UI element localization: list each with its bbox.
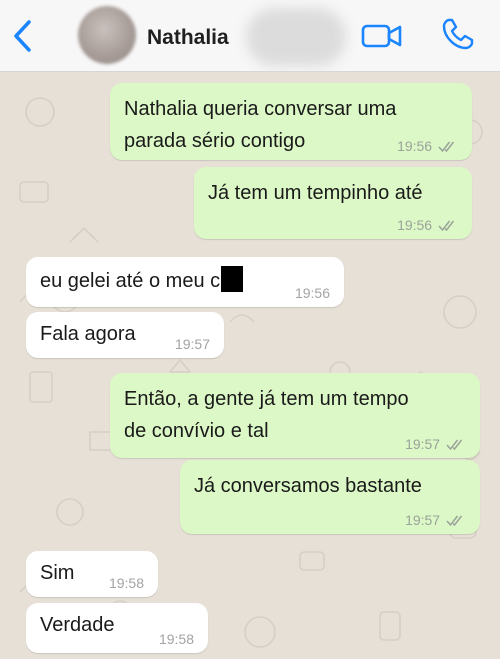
message-bubble[interactable]: Nathalia queria conversar uma parada sér… xyxy=(110,83,472,160)
message-text: Então, a gente já tem um tempo xyxy=(124,388,409,410)
message-text: eu gelei até o meu c xyxy=(40,265,330,297)
message-bubble[interactable]: eu gelei até o meu c 19:56 xyxy=(26,257,344,307)
avatar[interactable] xyxy=(78,6,136,64)
message-time: 19:57 xyxy=(405,436,466,452)
message-time: 19:56 xyxy=(294,285,330,301)
message-bubble[interactable]: Sim 19:58 xyxy=(26,551,158,597)
message-time: 19:58 xyxy=(108,575,144,591)
contact-name[interactable]: Nathalia xyxy=(147,26,229,50)
chat-area[interactable]: Nathalia queria conversar uma parada sér… xyxy=(0,72,500,659)
double-check-icon xyxy=(438,220,455,232)
message-bubble[interactable]: Então, a gente já tem um tempo de convív… xyxy=(110,373,480,458)
message-bubble[interactable]: Verdade 19:58 xyxy=(26,603,208,653)
message-time: 19:58 xyxy=(158,631,194,647)
double-check-icon xyxy=(446,439,463,451)
message-time: 19:56 xyxy=(397,217,458,233)
blurred-surname xyxy=(246,8,346,66)
message-text: Já tem um tempinho até xyxy=(208,182,423,204)
message-text: Nathalia queria conversar uma xyxy=(124,98,397,120)
message-time: 19:57 xyxy=(405,512,466,528)
chevron-left-icon[interactable] xyxy=(10,18,36,54)
message-time: 19:57 xyxy=(174,336,210,352)
video-camera-icon[interactable] xyxy=(361,22,403,50)
double-check-icon xyxy=(438,141,455,153)
message-bubble[interactable]: Já tem um tempinho até 19:56 xyxy=(194,167,472,239)
message-text: Já conversamos bastante xyxy=(194,475,422,497)
chat-header: Nathalia xyxy=(0,0,500,72)
message-time: 19:56 xyxy=(397,138,458,154)
double-check-icon xyxy=(446,515,463,527)
phone-icon[interactable] xyxy=(440,16,476,52)
message-bubble[interactable]: Fala agora 19:57 xyxy=(26,312,224,358)
message-bubble[interactable]: Já conversamos bastante 19:57 xyxy=(180,460,480,534)
censor-block xyxy=(221,266,244,292)
